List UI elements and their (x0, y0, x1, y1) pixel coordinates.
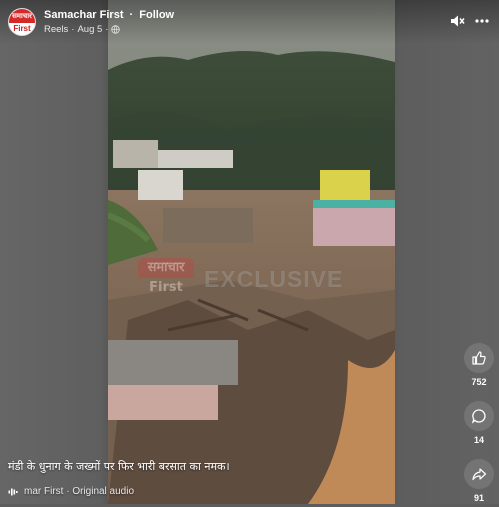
globe-icon (111, 25, 121, 34)
audio-info[interactable]: mar First · Original audio (8, 486, 134, 497)
share-arrow-icon (472, 468, 487, 481)
avatar-top-text: समाचार (9, 9, 35, 23)
follow-button[interactable]: Follow (139, 9, 174, 21)
comment-bubble-icon (471, 409, 486, 424)
like-count: 752 (471, 377, 487, 387)
like-button[interactable] (464, 343, 494, 373)
page-name-link[interactable]: Samachar First (44, 9, 123, 21)
reel-video[interactable] (108, 0, 395, 504)
audio-label: mar First · Original audio (24, 486, 135, 497)
share-count: 91 (473, 493, 484, 503)
reel-header: समाचार First Samachar First · Follow Ree… (0, 0, 499, 44)
comment-button[interactable] (464, 401, 494, 431)
post-caption: मंडी के धुनाग के जख्मों पर फिर भारी बरसा… (8, 460, 230, 473)
post-meta: Reels · Aug 5 · (44, 24, 121, 35)
page-avatar[interactable]: समाचार First (8, 8, 36, 36)
meta-separator: · (71, 24, 75, 35)
meta-separator-2: · (105, 24, 109, 35)
page-title-row: Samachar First · Follow (44, 9, 174, 21)
video-frame (108, 0, 395, 504)
audio-waveform-icon (8, 488, 18, 495)
post-source[interactable]: Reels (44, 24, 68, 35)
separator: · (129, 9, 134, 21)
share-button[interactable] (464, 459, 494, 489)
more-horizontal-icon[interactable] (474, 13, 490, 29)
comment-count: 14 (473, 435, 484, 445)
avatar-bottom-text: First (13, 24, 31, 33)
thumbs-up-icon (472, 351, 486, 365)
post-date[interactable]: Aug 5 (77, 24, 102, 35)
reel-actions: 752 14 91 (462, 343, 496, 507)
speaker-muted-icon[interactable] (449, 13, 465, 29)
